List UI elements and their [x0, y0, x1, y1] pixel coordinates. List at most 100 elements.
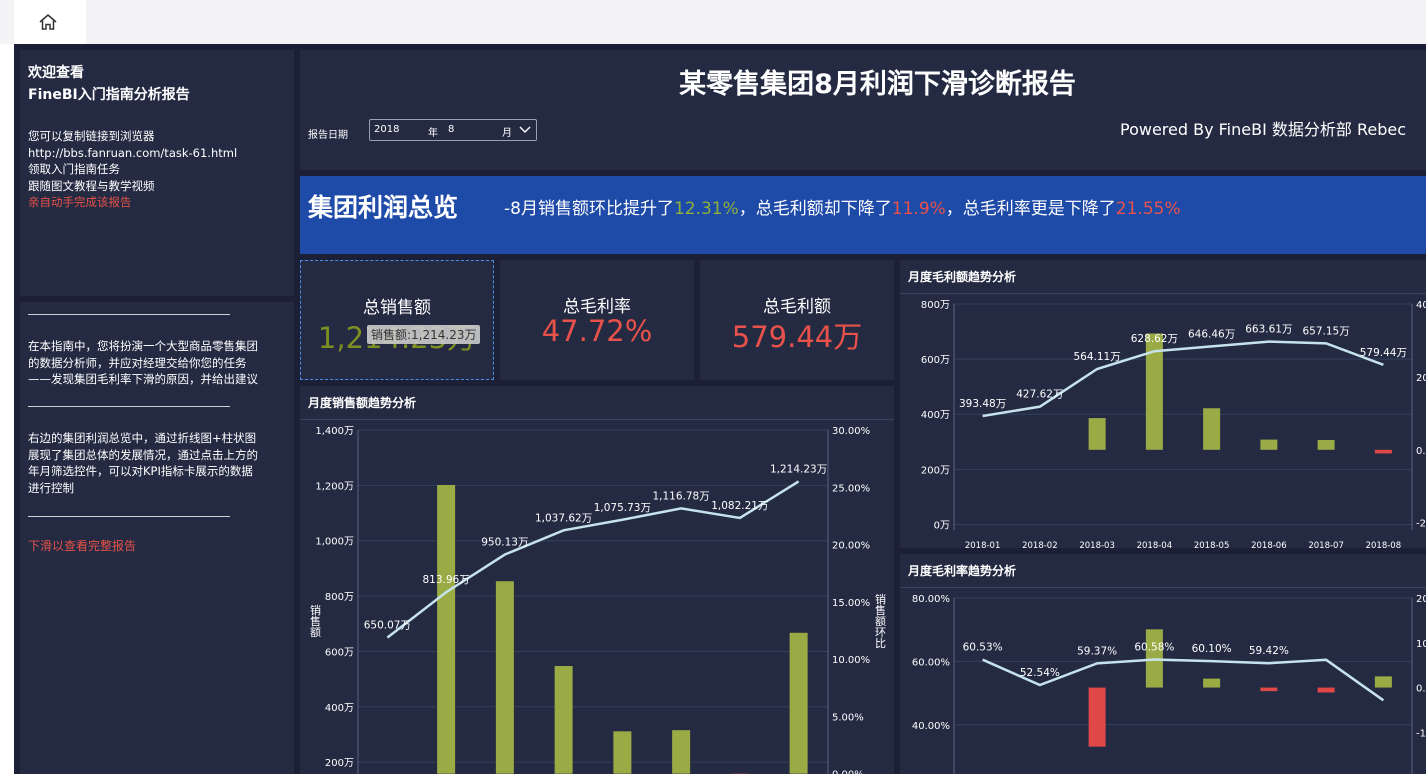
date-filter[interactable]: 2018 年 8 月: [369, 119, 537, 141]
banner-text: ，总毛利额却下降了: [738, 199, 892, 219]
bar: [1374, 449, 1392, 454]
data-label: 60.58%: [1134, 642, 1174, 654]
report-header: 某零售集团8月利润下滑诊断报告 报告日期 2018 年 8 月 Powered …: [300, 50, 1426, 170]
guide-paragraph-2: 右边的集团利润总览中，通过折线图+柱状图 展现了集团总体的发展情况，通过点击上方…: [28, 430, 258, 496]
data-label: 1,037.62万: [535, 512, 592, 524]
y2-tick-label: 10.00%: [832, 655, 870, 666]
bar: [789, 632, 808, 774]
y-tick-label: 400万: [325, 703, 354, 714]
data-label: 650.07万: [364, 620, 411, 632]
guide-line: 的数据分析师，并应对经理交给你您的任务: [28, 355, 247, 370]
powered-by: Powered By FineBI 数据分析部 Rebec: [1120, 120, 1407, 139]
y2-tick-label: 15.00%: [832, 598, 870, 609]
dashboard: 欢迎查看 FineBI入门指南分析报告 您可以复制链接到浏览器 http://b…: [14, 44, 1426, 774]
scroll-hint: 下滑以查看完整报告: [28, 539, 137, 553]
data-label: 950.13万: [481, 537, 528, 549]
profit-decline-value: 11.9%: [891, 199, 946, 219]
y-tick-label: 600万: [921, 355, 950, 366]
y-tick-label: 1,200万: [315, 481, 354, 492]
bar: [495, 581, 514, 774]
home-tab[interactable]: [14, 0, 86, 44]
y2-tick-label: 5.00%: [832, 712, 864, 723]
sales-growth-value: 12.31%: [673, 199, 739, 219]
kpi-gross-profit[interactable]: 总毛利额 579.44万: [700, 260, 894, 380]
intro-title-line1: 欢迎查看: [28, 65, 84, 81]
bar: [1088, 418, 1106, 450]
margin-decline-value: 21.55%: [1115, 199, 1181, 219]
y2-tick-label: 20.00%: [1416, 373, 1426, 384]
guide-line: 展现了集团总体的发展情况，通过点击上方的: [28, 447, 258, 462]
divider: [28, 314, 230, 315]
y2-tick-label: 0.00%: [832, 770, 864, 774]
bar: [554, 666, 573, 774]
sales-trend-chart: 200万 400万 600万 800万 1,000万 1,200万 1,400万 0.00% 5…: [309, 426, 887, 774]
intro-line: 领取入门指南任务: [28, 162, 120, 176]
report-title: 某零售集团8月利润下滑诊断报告: [679, 69, 1076, 100]
kpi-value: 47.72%: [541, 314, 653, 348]
data-label: 663.61万: [1245, 324, 1292, 336]
kpi-total-sales[interactable]: 总销售额 1,214.23万 销售额:1,214.23万: [300, 260, 494, 380]
y2-tick-label: 20.00%: [1416, 594, 1426, 605]
x-tick-label: 2018-07: [1308, 541, 1344, 548]
x-tick-label: 2018-02: [1022, 541, 1058, 548]
guide-line: ——发现集团毛利率下滑的原因，并给出建议: [28, 372, 258, 386]
data-label: 59.42%: [1249, 645, 1289, 657]
y2-tick-label: 0.00%: [1416, 684, 1426, 695]
chevron-down-icon[interactable]: [519, 125, 531, 135]
y-tick-label: 200万: [325, 758, 354, 769]
banner-summary: -8月销售额环比提升了12.31%，总毛利额却下降了11.9%，总毛利率更是下降…: [504, 194, 1181, 219]
banner-title: 集团利润总览: [308, 193, 459, 222]
intro-line: 您可以复制链接到浏览器: [28, 129, 155, 143]
data-label: 628.62万: [1131, 333, 1178, 345]
y2-tick-label: -20.00%: [1416, 519, 1426, 530]
top-tab-bar: [0, 0, 1426, 45]
bar: [1317, 439, 1335, 450]
y-tick-label: 80.00%: [912, 594, 950, 605]
divider: [28, 406, 230, 407]
y-tick-label: 60.00%: [912, 657, 950, 668]
divider: [28, 516, 230, 517]
data-label: 427.62万: [1016, 389, 1063, 401]
banner-text: ，总毛利率更是下降了: [945, 199, 1116, 219]
x-tick-label: 2018-05: [1194, 541, 1230, 548]
data-label: 564.11万: [1074, 351, 1121, 363]
kpi-value: 579.44万: [731, 320, 863, 354]
profit-trend-chart: 0万 200万 400万 600万 800万 -20.00% 0.00% 20.00% 40.0…: [921, 300, 1426, 548]
intro-title: 欢迎查看 FineBI入门指南分析报告: [28, 62, 190, 106]
guide-paragraph-1: 在本指南中，您将扮演一个大型商品零售集团 的数据分析师，并应对经理交给你您的任务…: [28, 338, 258, 388]
bar: [1260, 439, 1278, 450]
margin-trend-chart-panel: 月度毛利率趋势分析 20.00%40.00%60.00%80.00%-20.00…: [900, 554, 1426, 774]
kpi-gross-margin[interactable]: 总毛利率 47.72%: [500, 260, 694, 380]
intro-line: 跟随图文教程与教学视频: [28, 178, 155, 193]
y2-tick-label: 25.00%: [832, 483, 870, 494]
y-tick-label: 40.00%: [912, 721, 950, 732]
bar: [1374, 676, 1392, 688]
guide-panel: 在本指南中，您将扮演一个大型商品零售集团 的数据分析师，并应对经理交给你您的任务…: [20, 302, 294, 774]
y-tick-label: 0万: [934, 520, 950, 531]
y2-tick-label: -10.00%: [1416, 728, 1426, 739]
line-series: [982, 658, 1385, 702]
year-unit: 年: [428, 128, 438, 139]
date-label: 报告日期: [308, 130, 348, 141]
bar: [613, 731, 632, 774]
banner-text: -8月销售额环比提升了: [504, 199, 674, 219]
x-tick-label: 2018-08: [1366, 541, 1402, 548]
data-label: 1,082.21万: [711, 500, 768, 512]
y-tick-label: 400万: [921, 410, 950, 421]
month-value: 8: [448, 124, 455, 135]
y-tick-label: 800万: [325, 592, 354, 603]
bar: [1260, 687, 1278, 692]
y2-tick-label: 10.00%: [1416, 639, 1426, 650]
intro-text: 您可以复制链接到浏览器 http://bbs.fanruan.com/task-…: [28, 128, 237, 211]
data-label: 60.10%: [1192, 643, 1232, 655]
bar: [1088, 687, 1106, 747]
task-link[interactable]: http://bbs.fanruan.com/task-61.html: [28, 145, 237, 162]
home-icon[interactable]: [38, 12, 58, 32]
data-label: 393.48万: [959, 398, 1006, 410]
bar: [1203, 678, 1221, 688]
guide-line: 在本指南中，您将扮演一个大型商品零售集团: [28, 339, 258, 353]
data-label: 1,214.23万: [770, 463, 827, 475]
data-label: 579.44万: [1360, 347, 1407, 359]
left-gutter: [0, 44, 14, 774]
bar: [672, 730, 691, 774]
